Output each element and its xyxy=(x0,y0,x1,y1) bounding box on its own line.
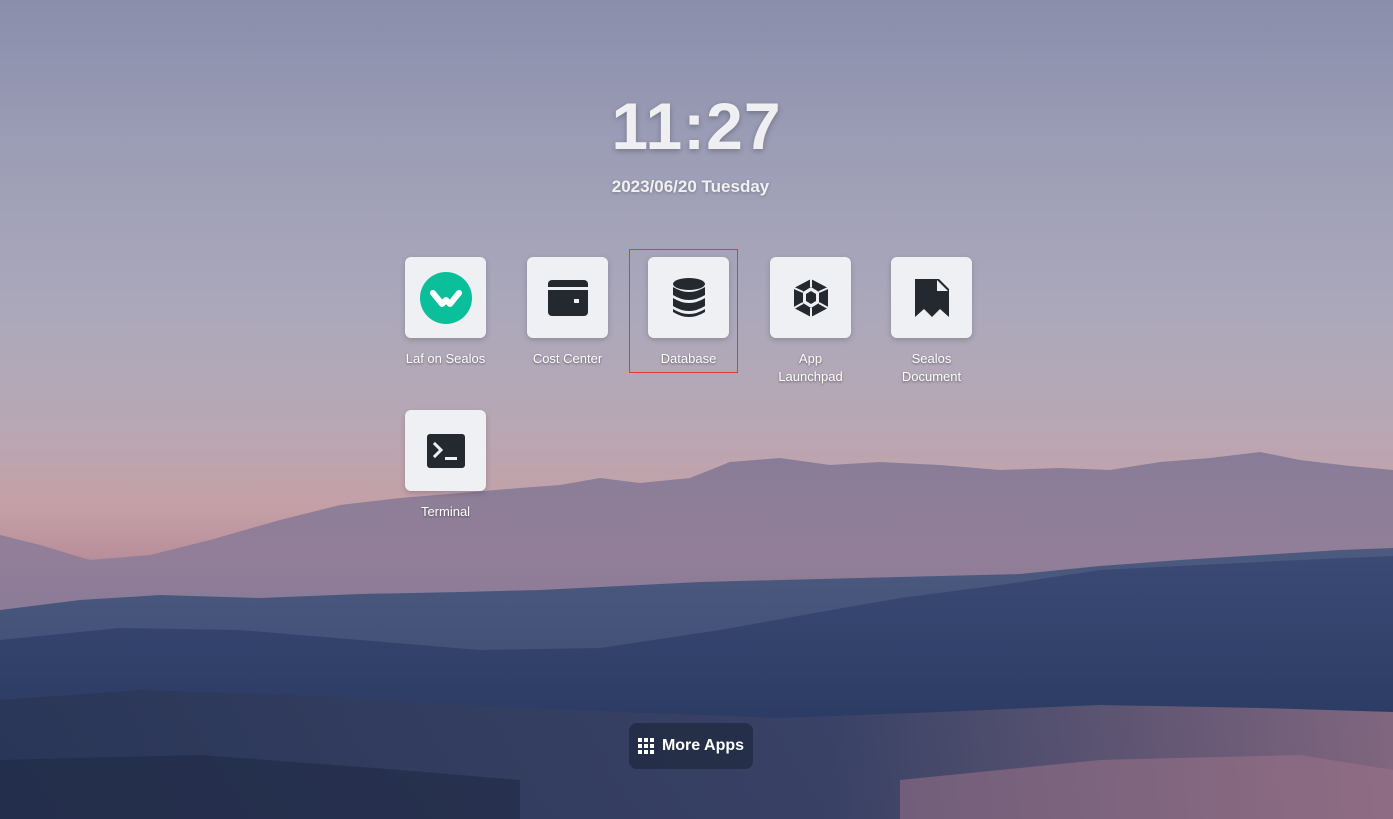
database-icon xyxy=(672,277,705,317)
app-cost-center[interactable]: Cost Center xyxy=(507,257,628,368)
laf-logo-icon xyxy=(419,271,472,324)
app-database[interactable]: Database xyxy=(628,249,749,373)
clock-date: 2023/06/20 Tuesday xyxy=(611,177,770,196)
app-terminal[interactable]: Terminal xyxy=(385,410,506,521)
app-tile[interactable] xyxy=(891,257,972,338)
app-label: Laf on Sealos xyxy=(405,351,486,366)
app-tile[interactable] xyxy=(770,257,851,338)
clock-time: 11:27 xyxy=(611,89,782,163)
app-label: Database xyxy=(660,351,717,366)
grid-icon xyxy=(637,738,654,754)
app-app-launchpad[interactable]: App Launchpad xyxy=(750,257,871,386)
app-label: Terminal xyxy=(420,504,471,519)
polyhedron-icon xyxy=(793,278,828,317)
app-label: App Launchpad xyxy=(778,351,843,384)
more-apps-button[interactable]: More Apps xyxy=(629,723,753,769)
app-sealos-document[interactable]: Sealos Document xyxy=(871,257,992,386)
document-bookmark-icon xyxy=(914,278,949,317)
app-tile[interactable] xyxy=(405,257,486,338)
app-tile[interactable] xyxy=(405,410,486,491)
app-laf-on-sealos[interactable]: Laf on Sealos xyxy=(385,257,506,368)
app-label: Cost Center xyxy=(532,351,603,366)
app-tile[interactable] xyxy=(648,257,729,338)
more-apps-label: More Apps xyxy=(661,737,745,754)
terminal-icon xyxy=(426,433,465,468)
wallet-icon xyxy=(547,279,588,316)
app-tile[interactable] xyxy=(527,257,608,338)
app-label: Sealos Document xyxy=(901,351,962,384)
